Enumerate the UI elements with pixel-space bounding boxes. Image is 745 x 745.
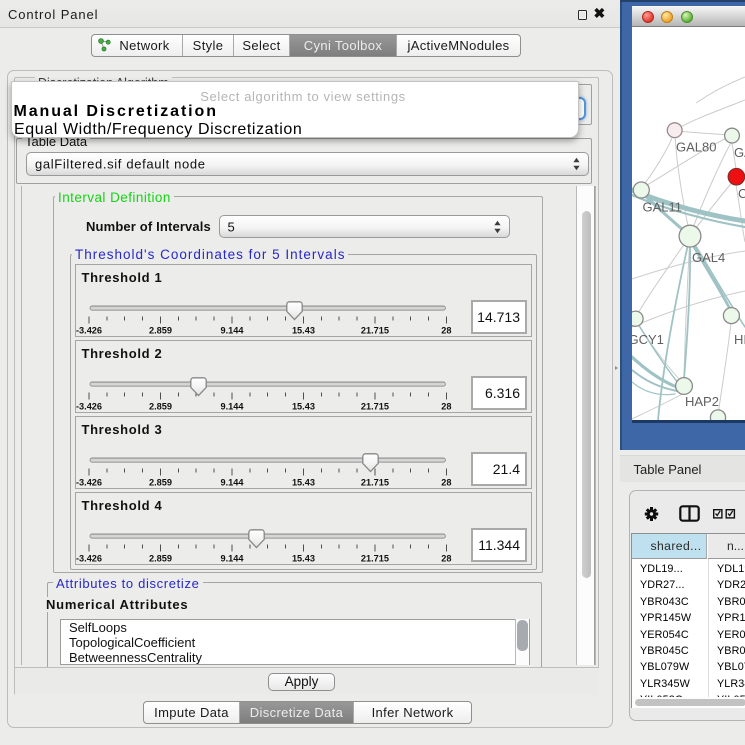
svg-text:15.43: 15.43 bbox=[292, 478, 315, 488]
svg-text:2.859: 2.859 bbox=[149, 554, 172, 564]
svg-text:GA: GA bbox=[734, 145, 745, 160]
svg-text:21.715: 21.715 bbox=[361, 554, 389, 564]
svg-text:9.144: 9.144 bbox=[220, 326, 244, 336]
svg-text:HI: HI bbox=[734, 332, 745, 347]
svg-text:28: 28 bbox=[441, 326, 451, 336]
svg-text:HAP2: HAP2 bbox=[685, 394, 719, 409]
svg-text:GAL80: GAL80 bbox=[676, 140, 716, 155]
svg-text:2.859: 2.859 bbox=[149, 478, 172, 488]
svg-text:28: 28 bbox=[441, 554, 451, 564]
svg-text:28: 28 bbox=[441, 402, 451, 412]
svg-text:-3.426: -3.426 bbox=[76, 478, 102, 488]
svg-text:-3.426: -3.426 bbox=[76, 402, 102, 412]
svg-text:9.144: 9.144 bbox=[220, 402, 244, 412]
svg-text:21.715: 21.715 bbox=[361, 402, 389, 412]
svg-text:GAL4: GAL4 bbox=[692, 250, 725, 265]
svg-text:15.43: 15.43 bbox=[292, 326, 315, 336]
svg-text:28: 28 bbox=[441, 478, 451, 488]
svg-text:GAL11: GAL11 bbox=[643, 200, 683, 215]
svg-text:21.715: 21.715 bbox=[361, 478, 389, 488]
svg-text:9.144: 9.144 bbox=[220, 554, 244, 564]
svg-text:-3.426: -3.426 bbox=[76, 326, 102, 336]
svg-text:C: C bbox=[738, 186, 745, 201]
svg-text:GCY1: GCY1 bbox=[632, 332, 664, 347]
svg-text:15.43: 15.43 bbox=[292, 554, 315, 564]
svg-text:15.43: 15.43 bbox=[292, 402, 315, 412]
svg-text:-3.426: -3.426 bbox=[76, 554, 102, 564]
svg-text:9.144: 9.144 bbox=[220, 478, 244, 488]
svg-text:21.715: 21.715 bbox=[361, 326, 389, 336]
svg-text:2.859: 2.859 bbox=[149, 402, 172, 412]
svg-text:2.859: 2.859 bbox=[149, 326, 172, 336]
